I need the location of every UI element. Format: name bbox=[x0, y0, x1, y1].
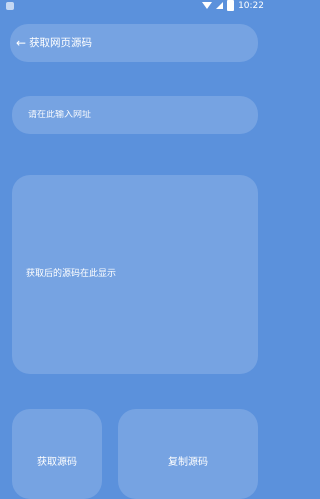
page-title: 获取网页源码 bbox=[29, 36, 93, 49]
copy-source-label: 复制源码 bbox=[168, 456, 208, 468]
back-arrow-icon[interactable]: ← bbox=[16, 37, 26, 49]
status-time: 10:22 bbox=[238, 0, 264, 11]
source-output-area[interactable]: 获取后的源码在此显示 bbox=[12, 175, 258, 374]
battery-icon bbox=[227, 0, 235, 11]
wifi-icon bbox=[202, 2, 213, 9]
header-bar: ← 获取网页源码 bbox=[10, 24, 258, 62]
cellular-icon bbox=[216, 2, 224, 9]
url-input[interactable] bbox=[28, 110, 238, 120]
fetch-source-label: 获取源码 bbox=[37, 456, 77, 468]
url-field-container bbox=[12, 96, 258, 134]
status-bar: 10:22 bbox=[0, 0, 270, 14]
app-icon bbox=[6, 2, 14, 10]
fetch-source-button[interactable]: 获取源码 bbox=[12, 409, 102, 499]
copy-source-button[interactable]: 复制源码 bbox=[118, 409, 258, 499]
status-icons: 10:22 bbox=[202, 0, 264, 11]
output-placeholder-text: 获取后的源码在此显示 bbox=[26, 269, 117, 280]
